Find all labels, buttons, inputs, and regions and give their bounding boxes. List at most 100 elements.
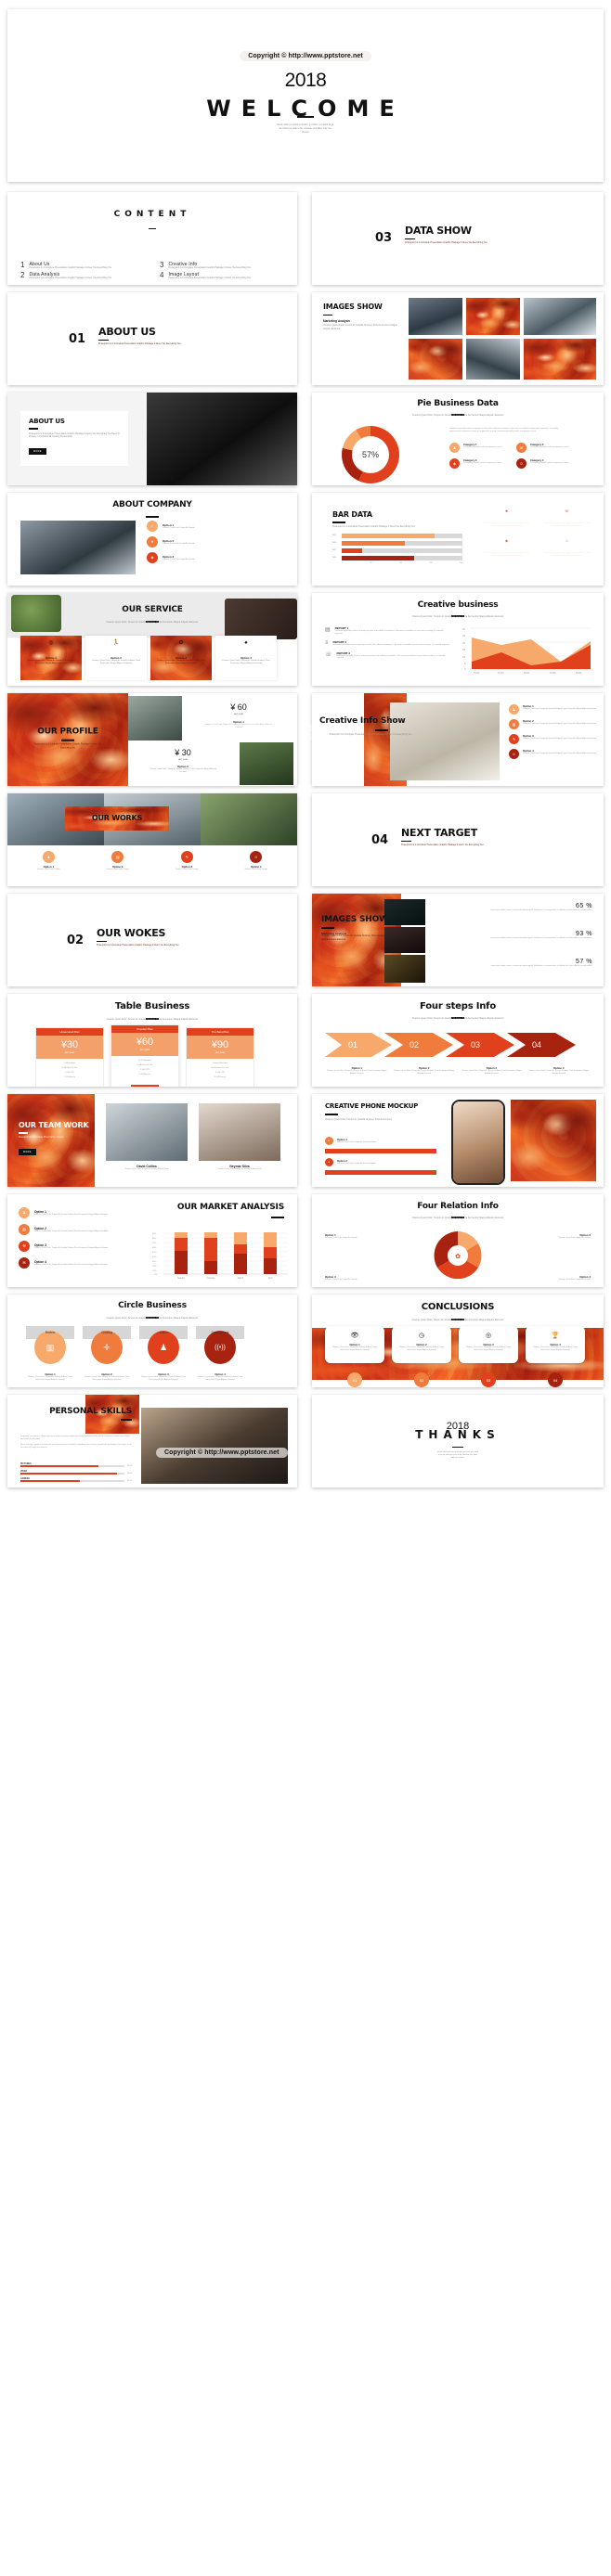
slide-images-show-1[interactable]: IMAGES SHOW Marketing Analysis Vivamus Q… (312, 292, 604, 385)
slide-section-next-target[interactable]: 04 NEXT TARGET Powerpoint Is A Complete … (312, 793, 604, 886)
slide-circle-business[interactable]: Circle Business Vivamus Quam Dolor, Temp… (7, 1294, 297, 1387)
phone-mockup-row-2[interactable]: ▸ Option 2 Vivamus Quam Dolor Tempor Ac … (325, 1158, 436, 1166)
conclusions-card-2[interactable]: ◷ Option 2 Vivamus Quam Dolor, Tempor Ac… (392, 1326, 451, 1363)
pie-legend-item-4[interactable]: ♲ Category 4 Investment generally result… (516, 458, 576, 469)
data-show-text: DATA SHOW Powerpoint Is A Complete Prese… (405, 225, 488, 246)
our-profile-price-2[interactable]: ¥ 30 per year Option 2 Vivamus Quam Dolo… (128, 742, 238, 785)
slide-thanks[interactable]: 2018 dream what you want to dream; go wh… (312, 1395, 604, 1488)
slide-section-our-wokes[interactable]: 02 OUR WOKES Powerpoint Is A Complete Pr… (7, 894, 297, 986)
svg-text:40%: 40% (152, 1256, 156, 1258)
template-preview-page: 2018 dream what you want to dream; go wh… (0, 0, 611, 2576)
phone-mockup-row-1[interactable]: ▸ Option 1 Vivamus Quam Dolor Tempor Ac … (325, 1137, 436, 1145)
plan-2-cta[interactable]: Get Business Plan (131, 1085, 159, 1087)
pie-legend-icon-3: ◈ (449, 458, 460, 469)
slide-our-team-work[interactable]: OUR TEAM WORK Powerpoint Is A Complete P… (7, 1094, 297, 1187)
market-option-1[interactable]: ♟ Option 1 Vivamus Quam Dolor, Tempor Ac… (19, 1207, 139, 1218)
circle-column-3[interactable]: Action ♟ Option 3 Vivamus Quam Dolor, Te… (139, 1326, 188, 1382)
creative-info-option-2[interactable]: ▤ Option 2 Vivamus Quam Dolor Tempor Ac … (509, 719, 596, 729)
slide-table-business[interactable]: Table Business Vivamus Quam Dolor, Tempo… (7, 994, 297, 1087)
four-relation-option-2[interactable]: Option 2 Vivamus Quam Dolor Tempor Ac Gr… (522, 1233, 592, 1240)
slide-creative-info-show[interactable]: Creative Info Show Powerpoint Is A Compl… (312, 693, 604, 786)
pie-legend-item-3[interactable]: ◈ Category 3 Investment generally result… (449, 458, 509, 469)
market-option-4[interactable]: ✉ Option 4 Vivamus Quam Dolor, Tempor Ac… (19, 1257, 139, 1269)
about-company-option-2[interactable]: ★ Option 2 Vivamus Quam Dolor Tempor Ac … (147, 536, 286, 547)
team-more-button[interactable]: MORE (19, 1148, 36, 1155)
four-steps-caption-3[interactable]: Option 3 Vivamus Quam Dolor, Tempor Ac G… (460, 1066, 524, 1075)
slide-images-show-2[interactable]: IMAGES SHOW Marketing Analysis Vivamus Q… (312, 894, 604, 986)
slide-pie[interactable]: Pie Business Data Vivamus Quam Dolor, Te… (312, 393, 604, 485)
our-works-option-4[interactable]: ☺ Option 4 Vivamus Quam Dolor Tempor (225, 851, 289, 871)
four-steps-caption-4[interactable]: Option 4 Vivamus Quam Dolor, Tempor Ac G… (527, 1066, 592, 1075)
slide-our-works[interactable]: OUR WORKS ♟ Option 1 Vivamus Quam Dolor … (7, 793, 297, 886)
slide-personal-skills[interactable]: PERSONAL SKILLS Frequently, just order t… (7, 1395, 297, 1488)
four-relation-option-1[interactable]: Option 1 Vivamus Quam Dolor Tempor Ac Gr… (325, 1233, 394, 1240)
slide-four-steps[interactable]: Four steps Info Vivamus Quam Dolor, Temp… (312, 994, 604, 1087)
creative-info-option-3[interactable]: ✎ Option 3 Vivamus Quam Dolor Tempor Ac … (509, 734, 596, 744)
market-option-3[interactable]: ⚒ Option 3 Vivamus Quam Dolor, Tempor Ac… (19, 1241, 139, 1252)
conclusions-card-4[interactable]: 🏆 Option 4 Vivamus Quam Dolor, Tempor Ac… (526, 1326, 585, 1363)
circle-column-4[interactable]: Development ((•)) Option 4 Vivamus Quam … (196, 1326, 244, 1382)
our-works-option-3[interactable]: ✎ Option 3 Vivamus Quam Dolor Tempor (155, 851, 219, 871)
pie-legend-icon-4: ♲ (516, 458, 526, 469)
slide-conclusions[interactable]: CONCLUSIONS Vivamus Quam Dolor, Tempor A… (312, 1294, 604, 1387)
our-service-card-1[interactable]: ◎ Option 1 Vivamus Quam Dolor, Tempor Ac… (20, 636, 82, 680)
creative-business-report-3[interactable]: ☏ REPORT 3 Investment generally results … (325, 651, 449, 661)
our-service-card-2[interactable]: 🏃 Option 2 Vivamus Quam Dolor, Tempor Ac… (85, 636, 147, 680)
pie-legend-item-2[interactable]: ☏ Category 2 Investment generally result… (516, 443, 576, 453)
market-option-2[interactable]: ▤ Option 2 Vivamus Quam Dolor, Tempor Ac… (19, 1224, 139, 1235)
creative-business-area-chart: 30 25 20 15 10 5 0 9/1/02 9/1/03 9/1/04 … (461, 626, 591, 675)
pricing-plan-2[interactable]: Popular Plan ¥60 per year 10 GB Bandwith… (110, 1024, 179, 1087)
about-us-more-button[interactable]: MORE (29, 448, 46, 456)
slide-bar-data[interactable]: BAR DATA Powerpoint Is A Complete Presen… (312, 493, 604, 586)
skill-value-3: 57 % (127, 1480, 132, 1482)
content-item-4[interactable]: 4 Image Layout Powerpoint Is A Complete … (160, 272, 284, 281)
slide-four-relation[interactable]: Four Relation Info Vivamus Quam Dolor, T… (312, 1194, 604, 1287)
pricing-plan-3[interactable]: The Best Plan ¥90 per year Unlimited Ban… (186, 1027, 254, 1087)
bar-data-option-4[interactable]: ⌂ Option 4 Vivamus Quam Dolor Tempor Ac … (540, 535, 594, 558)
slide-content[interactable]: CONTENT 1 About Us Powerpoint Is A Compl… (7, 192, 297, 285)
creative-info-option-4[interactable]: ☺ Option 4 Vivamus Quam Dolor Tempor Ac … (509, 749, 596, 759)
clock-icon: ◷ (418, 1333, 425, 1339)
bar-data-option-1[interactable]: ★ Option 1 Vivamus Quam Dolor Tempor Ac … (479, 506, 534, 528)
creative-info-option-1[interactable]: ♟ Option 1 Vivamus Quam Dolor Tempor Ac … (509, 704, 596, 715)
pie-legend-item-1[interactable]: ♟ Category 1 Investment generally result… (449, 443, 509, 453)
four-relation-option-3[interactable]: Option 3 Vivamus Quam Dolor Tempor Ac Gr… (325, 1275, 394, 1282)
conclusions-card-3[interactable]: ◎ Option 3 Vivamus Quam Dolor, Tempor Ac… (459, 1326, 518, 1363)
our-works-option-1[interactable]: ♟ Option 1 Vivamus Quam Dolor Tempor (17, 851, 81, 871)
pricing-plan-1[interactable]: Unsecured Plan ¥30 per year 1 GB Bandwit… (35, 1027, 104, 1087)
creative-business-report-2[interactable]: ≡ REPORT 2 Investment generally results … (325, 640, 449, 647)
conclusions-card-1[interactable]: 👁 Option 1 Vivamus Quam Dolor, Tempor Ac… (325, 1326, 384, 1363)
slide-phone-mockup[interactable]: CREATIVE PHONE MOCKUP Vivamus Quam Dolor… (312, 1094, 604, 1187)
slide-section-about-us[interactable]: 01 ABOUT US Powerpoint Is A Complete Pre… (7, 292, 297, 385)
our-works-option-2[interactable]: ▤ Option 2 Vivamus Quam Dolor Tempor (86, 851, 150, 871)
content-item-2[interactable]: 2 Data Analysis Powerpoint Is A Complete… (20, 272, 145, 281)
content-item-3[interactable]: 3 Creative Info Powerpoint Is A Complete… (160, 261, 284, 271)
our-service-card-3[interactable]: ⚙ Option 3 Vivamus Quam Dolor, Tempor Ac… (150, 636, 212, 680)
bar-data-option-2[interactable]: ☏ Option 2 Vivamus Quam Dolor Tempor Ac … (540, 506, 594, 528)
slide-about-company[interactable]: ABOUT COMPANY ✓ Option 1 Vivamus Quam Do… (7, 493, 297, 586)
slide-cover[interactable]: 2018 dream what you want to dream; go wh… (7, 9, 604, 182)
team-member-1[interactable]: David Collins Vivamus Quam Dolor Tempor … (106, 1165, 188, 1171)
about-us-number: 01 (63, 324, 91, 354)
our-service-card-4[interactable]: ♠ Option 4 Vivamus Quam Dolor, Tempor Ac… (215, 636, 277, 680)
slide-about-us[interactable]: ABOUT US Powerpoint Is A Complete Presen… (7, 393, 297, 485)
four-steps-caption-2[interactable]: Option 2 Vivamus Quam Dolor, Tempor Ac G… (393, 1066, 457, 1075)
bar-data-sub: Powerpoint Is A Complete Presentation Gr… (332, 526, 415, 529)
about-company-option-3[interactable]: ◈ Option 3 Vivamus Quam Dolor Tempor Ac … (147, 552, 286, 563)
creative-info-desc-3: Vivamus Quam Dolor Tempor Ac Gravida Sit… (523, 738, 596, 740)
team-member-2[interactable]: Neymar Silva Vivamus Quam Dolor Tempor A… (199, 1165, 280, 1171)
about-company-photo (20, 521, 136, 574)
slide-section-data-show[interactable]: 03 DATA SHOW Powerpoint Is A Complete Pr… (312, 192, 604, 285)
slide-our-service[interactable]: OUR SERVICE Vivamus Quam Dolor, Tempor A… (7, 593, 297, 686)
content-item-1[interactable]: 1 About Us Powerpoint Is A Complete Pres… (20, 261, 145, 271)
slide-market-analysis[interactable]: ♟ Option 1 Vivamus Quam Dolor, Tempor Ac… (7, 1194, 297, 1287)
four-steps-caption-1[interactable]: Option 1 Vivamus Quam Dolor, Tempor Ac G… (325, 1066, 389, 1075)
about-company-option-1[interactable]: ✓ Option 1 Vivamus Quam Dolor Tempor Ac … (147, 521, 286, 532)
bar-data-option-3[interactable]: ◈ Option 3 Vivamus Quam Dolor Tempor Ac … (479, 535, 534, 558)
four-relation-option-4[interactable]: Option 4 Vivamus Quam Dolor Tempor Ac Gr… (522, 1275, 592, 1282)
circle-column-1[interactable]: Review ▥ Option 1 Vivamus Quam Dolor, Te… (26, 1326, 74, 1382)
slide-creative-business[interactable]: Creative business Vivamus Quam Dolor, Te… (312, 593, 604, 686)
market-title: OUR MARKET ANALYSIS (176, 1203, 284, 1212)
creative-business-report-1[interactable]: ▤ REPORT 1 Investment generally results … (325, 626, 449, 636)
circle-column-2[interactable]: Cheking ✛ Option 2 Vivamus Quam Dolor, T… (83, 1326, 131, 1382)
